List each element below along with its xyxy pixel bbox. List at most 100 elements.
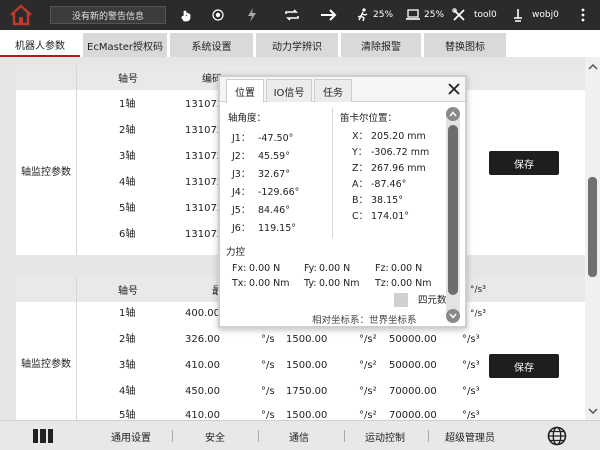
- jerk-unit: °/s³: [470, 309, 486, 319]
- nav-communication[interactable]: 通信: [264, 421, 334, 450]
- max-acc-value[interactable]: 1500.00: [286, 409, 327, 420]
- max-jerk-value[interactable]: 70000.00: [389, 385, 437, 399]
- popup-scrollbar[interactable]: [446, 107, 460, 323]
- force-value: 0.00 Nm: [249, 278, 290, 289]
- tab-robot-params[interactable]: 机器人参数: [0, 33, 80, 57]
- max-acc-value[interactable]: 1500.00: [286, 333, 327, 347]
- force-value: 0.00 Nm: [319, 278, 360, 289]
- popup-tab-position[interactable]: 位置: [226, 79, 264, 103]
- joint-value: 45.59°: [258, 151, 290, 162]
- max-acc-value[interactable]: 1750.00: [286, 385, 327, 399]
- tab-system-settings[interactable]: 系统设置: [170, 33, 253, 57]
- speed-unit: °/s: [261, 334, 275, 345]
- save-button[interactable]: 保存: [489, 151, 559, 175]
- home-button[interactable]: [0, 0, 42, 30]
- laptop-icon: [406, 9, 420, 20]
- close-icon[interactable]: [447, 82, 461, 96]
- cart-value: 267.96 mm: [371, 163, 426, 174]
- acc-unit: °/s²: [359, 410, 377, 420]
- tools-icon: [452, 8, 465, 21]
- cart-label: X：: [352, 131, 369, 142]
- speed-control[interactable]: 25%: [356, 0, 393, 30]
- max-jerk-value[interactable]: 50000.00: [389, 333, 437, 347]
- nav-safety[interactable]: 安全: [180, 421, 250, 450]
- max-speed-value[interactable]: 326.00: [185, 333, 220, 347]
- joint-value: 119.15°: [258, 223, 296, 234]
- speed-unit: °/s: [261, 410, 275, 420]
- scroll-thumb[interactable]: [588, 177, 597, 277]
- language-button[interactable]: [545, 421, 569, 450]
- speed-unit: °/s: [261, 360, 275, 371]
- force-value: 0.00 N: [249, 263, 281, 274]
- joint-value: 32.67°: [258, 169, 290, 180]
- max-acc-value[interactable]: 1500.00: [286, 359, 327, 373]
- axis-label: 5轴: [119, 410, 136, 420]
- jerk-unit: °/s³: [462, 410, 480, 420]
- speed-percent: 25%: [373, 10, 394, 20]
- axis-label: 4轴: [119, 386, 136, 397]
- cart-label: Y：: [352, 147, 368, 158]
- nav-super-admin[interactable]: 超级管理员: [432, 421, 508, 450]
- cycle-mode-button[interactable]: [284, 0, 300, 30]
- columns-icon: [33, 429, 53, 443]
- lightning-icon: [248, 8, 256, 22]
- servo-button[interactable]: [212, 0, 224, 30]
- topbar-menu-button[interactable]: [581, 0, 585, 30]
- scroll-up-icon[interactable]: [585, 59, 600, 74]
- rate-control[interactable]: 25%: [405, 0, 444, 30]
- force-label: Ty:: [304, 278, 317, 289]
- cart-value: -87.46°: [371, 179, 407, 190]
- max-speed-value[interactable]: 410.00: [185, 409, 220, 420]
- scroll-down-icon[interactable]: [585, 403, 600, 418]
- power-button[interactable]: [247, 0, 257, 30]
- popup-tab-io-signal[interactable]: IO信号: [266, 79, 312, 102]
- axis-label: 1轴: [119, 308, 136, 319]
- popup-scroll-down-icon[interactable]: [446, 309, 460, 323]
- force-title: 力控: [226, 247, 246, 258]
- axis-label: 3轴: [119, 151, 136, 162]
- axis-label: 5轴: [119, 203, 136, 214]
- quaternion-checkbox[interactable]: [394, 293, 408, 307]
- joint-value: -47.50°: [258, 133, 294, 144]
- acc-unit: °/s²: [359, 360, 377, 371]
- jerk-unit: °/s³: [462, 334, 480, 345]
- nav-motion-control[interactable]: 运动控制: [350, 421, 420, 450]
- tab-replace-icon[interactable]: 替换图标: [424, 33, 506, 57]
- quaternion-label: 四元数: [418, 295, 447, 306]
- main-menu-button[interactable]: [28, 421, 58, 450]
- jerk-unit: °/s³: [462, 360, 480, 371]
- page-scrollbar[interactable]: [585, 57, 600, 420]
- max-jerk-value[interactable]: 50000.00: [389, 359, 437, 373]
- max-speed-value[interactable]: 400.00: [185, 307, 220, 321]
- max-jerk-value[interactable]: 70000.00: [389, 409, 437, 420]
- force-value: 0.00 Nm: [391, 278, 432, 289]
- force-label: Fz:: [375, 263, 389, 274]
- step-mode-button[interactable]: [320, 0, 338, 30]
- joint-angle-title: 轴角度：: [228, 113, 267, 124]
- cart-label: C：: [352, 211, 369, 222]
- tab-clear-alarm[interactable]: 清除报警: [341, 33, 421, 57]
- tab-dynamics-identification[interactable]: 动力学辨识: [256, 33, 338, 57]
- joint-label: J5：: [232, 205, 251, 216]
- top-bar: 没有新的警告信息 25% 25% tool0 wobj0: [0, 0, 600, 30]
- wobj-selector[interactable]: wobj0: [512, 0, 559, 30]
- axis-label: 1轴: [119, 99, 136, 110]
- force-label: Fx:: [232, 263, 247, 274]
- tool-selector[interactable]: tool0: [452, 0, 497, 30]
- record-icon: [212, 9, 224, 21]
- popup-scroll-up-icon[interactable]: [446, 107, 460, 121]
- tab-ecmaster-license[interactable]: EcMaster授权码: [83, 33, 167, 57]
- max-speed-value[interactable]: 410.00: [185, 359, 220, 373]
- save-button[interactable]: 保存: [489, 354, 559, 378]
- cart-value: 174.01°: [371, 211, 409, 222]
- max-speed-value[interactable]: 450.00: [185, 385, 220, 399]
- alarm-message[interactable]: 没有新的警告信息: [50, 6, 166, 24]
- home-icon: [10, 4, 32, 26]
- nav-general-settings[interactable]: 通用设置: [96, 421, 166, 450]
- joint-label: J6：: [232, 223, 251, 234]
- hand-mode-button[interactable]: [180, 0, 192, 30]
- popup-scroll-thumb[interactable]: [448, 125, 458, 295]
- cart-value: -306.72 mm: [371, 147, 430, 158]
- axis-label: 3轴: [119, 360, 136, 371]
- popup-tab-task[interactable]: 任务: [314, 79, 352, 102]
